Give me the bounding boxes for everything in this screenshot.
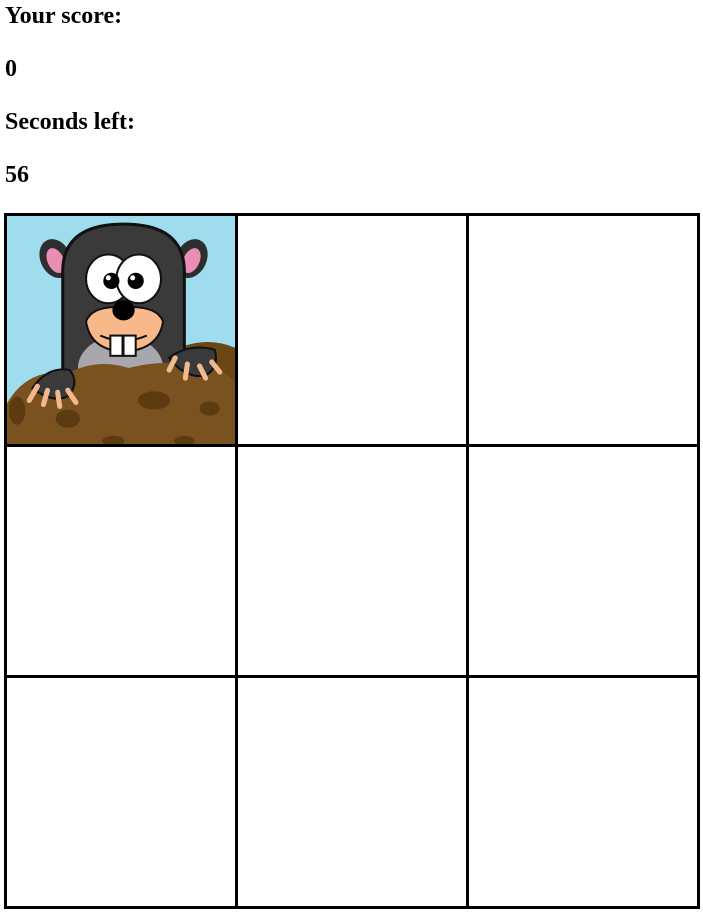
grid-square-6[interactable] bbox=[466, 444, 700, 678]
grid-square-8[interactable] bbox=[235, 675, 469, 909]
grid-square-1[interactable] bbox=[4, 213, 238, 447]
grid-square-9[interactable] bbox=[466, 675, 700, 909]
score-label: Your score: bbox=[5, 3, 123, 29]
grid-square-7[interactable] bbox=[4, 675, 238, 909]
game-grid bbox=[4, 213, 700, 909]
time-left-value: 56 bbox=[5, 162, 29, 188]
grid-square-3[interactable] bbox=[466, 213, 700, 447]
score-value: 0 bbox=[5, 56, 17, 82]
grid-square-5[interactable] bbox=[235, 444, 469, 678]
time-left-label: Seconds left: bbox=[5, 109, 135, 135]
grid-square-2[interactable] bbox=[235, 213, 469, 447]
mole-icon[interactable] bbox=[7, 216, 235, 444]
grid-square-4[interactable] bbox=[4, 444, 238, 678]
